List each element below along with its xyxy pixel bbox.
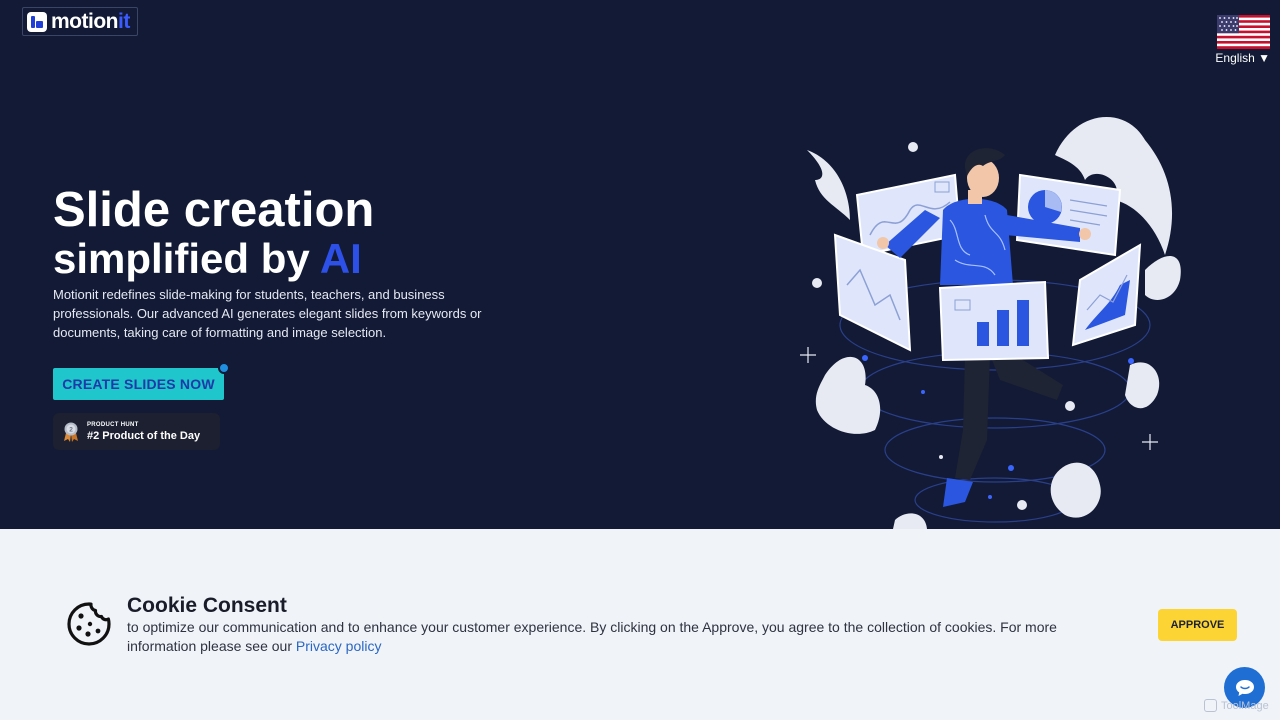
- cookie-icon: [67, 602, 111, 646]
- svg-text:2: 2: [69, 426, 73, 433]
- watermark: ToolMage: [1204, 699, 1269, 712]
- create-slides-button[interactable]: CREATE SLIDES NOW: [53, 362, 230, 400]
- notification-dot-icon: [218, 362, 230, 374]
- language-selector[interactable]: English ▼: [1214, 15, 1270, 65]
- chat-bubble-icon: [1235, 679, 1254, 696]
- language-label[interactable]: English ▼: [1215, 51, 1270, 65]
- headline-line-1: Slide creation: [53, 183, 375, 237]
- watermark-icon: [1204, 699, 1217, 712]
- page-title: Slide creation simplified by AI: [53, 186, 374, 280]
- badge-caption: PRODUCT HUNT: [87, 421, 139, 428]
- cookie-title: Cookie Consent: [127, 594, 287, 617]
- logo[interactable]: motionit: [22, 7, 138, 36]
- privacy-policy-link[interactable]: Privacy policy: [296, 638, 382, 654]
- logo-text: motionit: [51, 9, 130, 33]
- product-hunt-badge[interactable]: 2 PRODUCT HUNT #2 Product of the Day: [53, 413, 220, 450]
- badge-title: #2 Product of the Day: [87, 429, 201, 442]
- headline-line-2: simplified by AI: [53, 235, 362, 282]
- us-flag-icon: [1217, 15, 1270, 49]
- approve-button[interactable]: APPROVE: [1158, 609, 1237, 641]
- hero-illustration: [800, 117, 1181, 529]
- logo-mark-icon: [27, 11, 47, 32]
- cookie-text: to optimize our communication and to enh…: [127, 619, 1057, 654]
- hero-section: motionit English ▼ Slide creation simpli…: [0, 0, 1280, 529]
- medal-icon: 2: [64, 422, 78, 442]
- hero-description: Motionit redefines slide-making for stud…: [53, 287, 482, 340]
